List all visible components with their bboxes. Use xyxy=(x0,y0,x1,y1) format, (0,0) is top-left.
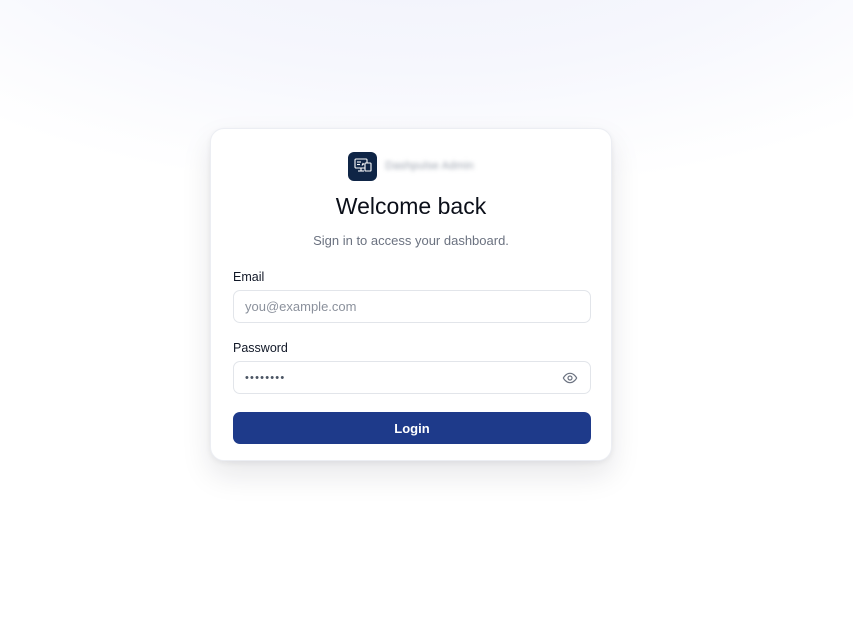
page-subtitle: Sign in to access your dashboard. xyxy=(313,233,509,248)
email-field-wrapper xyxy=(233,290,591,323)
login-card: Dashpulse Admin Welcome back Sign in to … xyxy=(210,128,612,461)
email-label: Email xyxy=(233,270,265,284)
page-title: Welcome back xyxy=(335,193,487,219)
email-field[interactable] xyxy=(245,299,579,314)
monitor-dashboard-icon xyxy=(348,151,378,181)
brand-name: Dashpulse Admin xyxy=(385,160,474,172)
password-field[interactable]: •••••••• xyxy=(233,361,591,394)
login-button[interactable]: Login xyxy=(233,412,591,444)
password-label: Password xyxy=(233,341,288,355)
eye-icon[interactable] xyxy=(561,369,579,387)
password-value: •••••••• xyxy=(245,371,286,384)
brand: Dashpulse Admin xyxy=(233,151,589,181)
